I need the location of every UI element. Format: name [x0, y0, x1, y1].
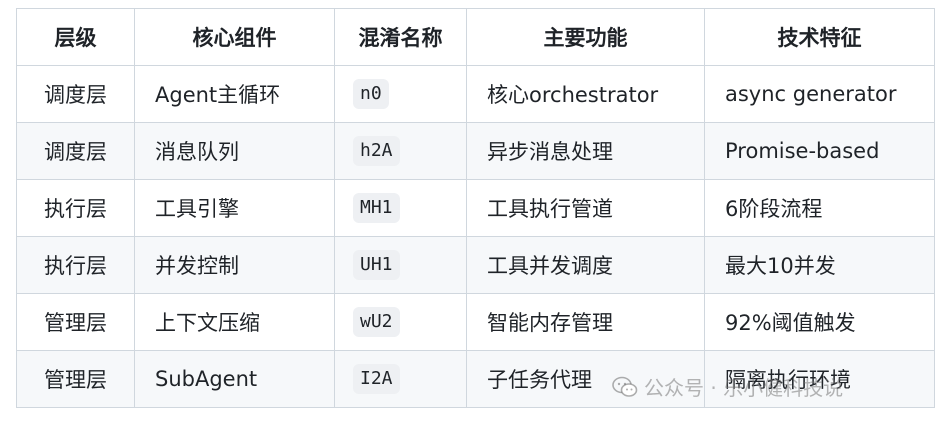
architecture-table: 层级 核心组件 混淆名称 主要功能 技术特征 调度层 Agent主循环 n0 核…	[16, 8, 935, 408]
layer-cell: 管理层	[16, 350, 135, 408]
header-feature: 技术特征	[704, 8, 935, 66]
function-cell: 核心orchestrator	[466, 65, 705, 123]
obfuscated-cell: n0	[334, 65, 467, 123]
component-cell: SubAgent	[134, 350, 335, 408]
feature-cell: 最大10并发	[704, 236, 935, 294]
header-component: 核心组件	[134, 8, 335, 66]
obfuscated-cell: MH1	[334, 179, 467, 237]
function-cell: 子任务代理	[466, 350, 705, 408]
component-cell: 并发控制	[134, 236, 335, 294]
component-cell: 工具引擎	[134, 179, 335, 237]
obfuscated-cell: h2A	[334, 122, 467, 180]
code-badge: n0	[353, 79, 389, 109]
table-header-row: 层级 核心组件 混淆名称 主要功能 技术特征	[16, 8, 935, 66]
feature-cell: 92%阈值触发	[704, 293, 935, 351]
feature-cell: Promise-based	[704, 122, 935, 180]
layer-cell: 调度层	[16, 122, 135, 180]
table-row: 管理层 SubAgent I2A 子任务代理 隔离执行环境	[16, 350, 935, 408]
table-row: 管理层 上下文压缩 wU2 智能内存管理 92%阈值触发	[16, 293, 935, 351]
header-function: 主要功能	[466, 8, 705, 66]
feature-cell: 6阶段流程	[704, 179, 935, 237]
header-obfuscated-name: 混淆名称	[334, 8, 467, 66]
feature-cell: async generator	[704, 65, 935, 123]
code-badge: I2A	[353, 364, 400, 394]
table-row: 调度层 消息队列 h2A 异步消息处理 Promise-based	[16, 122, 935, 180]
component-cell: 消息队列	[134, 122, 335, 180]
function-cell: 工具执行管道	[466, 179, 705, 237]
code-badge: MH1	[353, 193, 400, 223]
layer-cell: 执行层	[16, 236, 135, 294]
layer-cell: 执行层	[16, 179, 135, 237]
table-row: 调度层 Agent主循环 n0 核心orchestrator async gen…	[16, 65, 935, 123]
code-badge: wU2	[353, 307, 400, 337]
code-badge: h2A	[353, 136, 400, 166]
function-cell: 智能内存管理	[466, 293, 705, 351]
component-cell: 上下文压缩	[134, 293, 335, 351]
table-row: 执行层 并发控制 UH1 工具并发调度 最大10并发	[16, 236, 935, 294]
obfuscated-cell: UH1	[334, 236, 467, 294]
layer-cell: 调度层	[16, 65, 135, 123]
obfuscated-cell: I2A	[334, 350, 467, 408]
table-row: 执行层 工具引擎 MH1 工具执行管道 6阶段流程	[16, 179, 935, 237]
code-badge: UH1	[353, 250, 400, 280]
function-cell: 异步消息处理	[466, 122, 705, 180]
function-cell: 工具并发调度	[466, 236, 705, 294]
feature-cell: 隔离执行环境	[704, 350, 935, 408]
obfuscated-cell: wU2	[334, 293, 467, 351]
component-cell: Agent主循环	[134, 65, 335, 123]
layer-cell: 管理层	[16, 293, 135, 351]
header-layer: 层级	[16, 8, 135, 66]
